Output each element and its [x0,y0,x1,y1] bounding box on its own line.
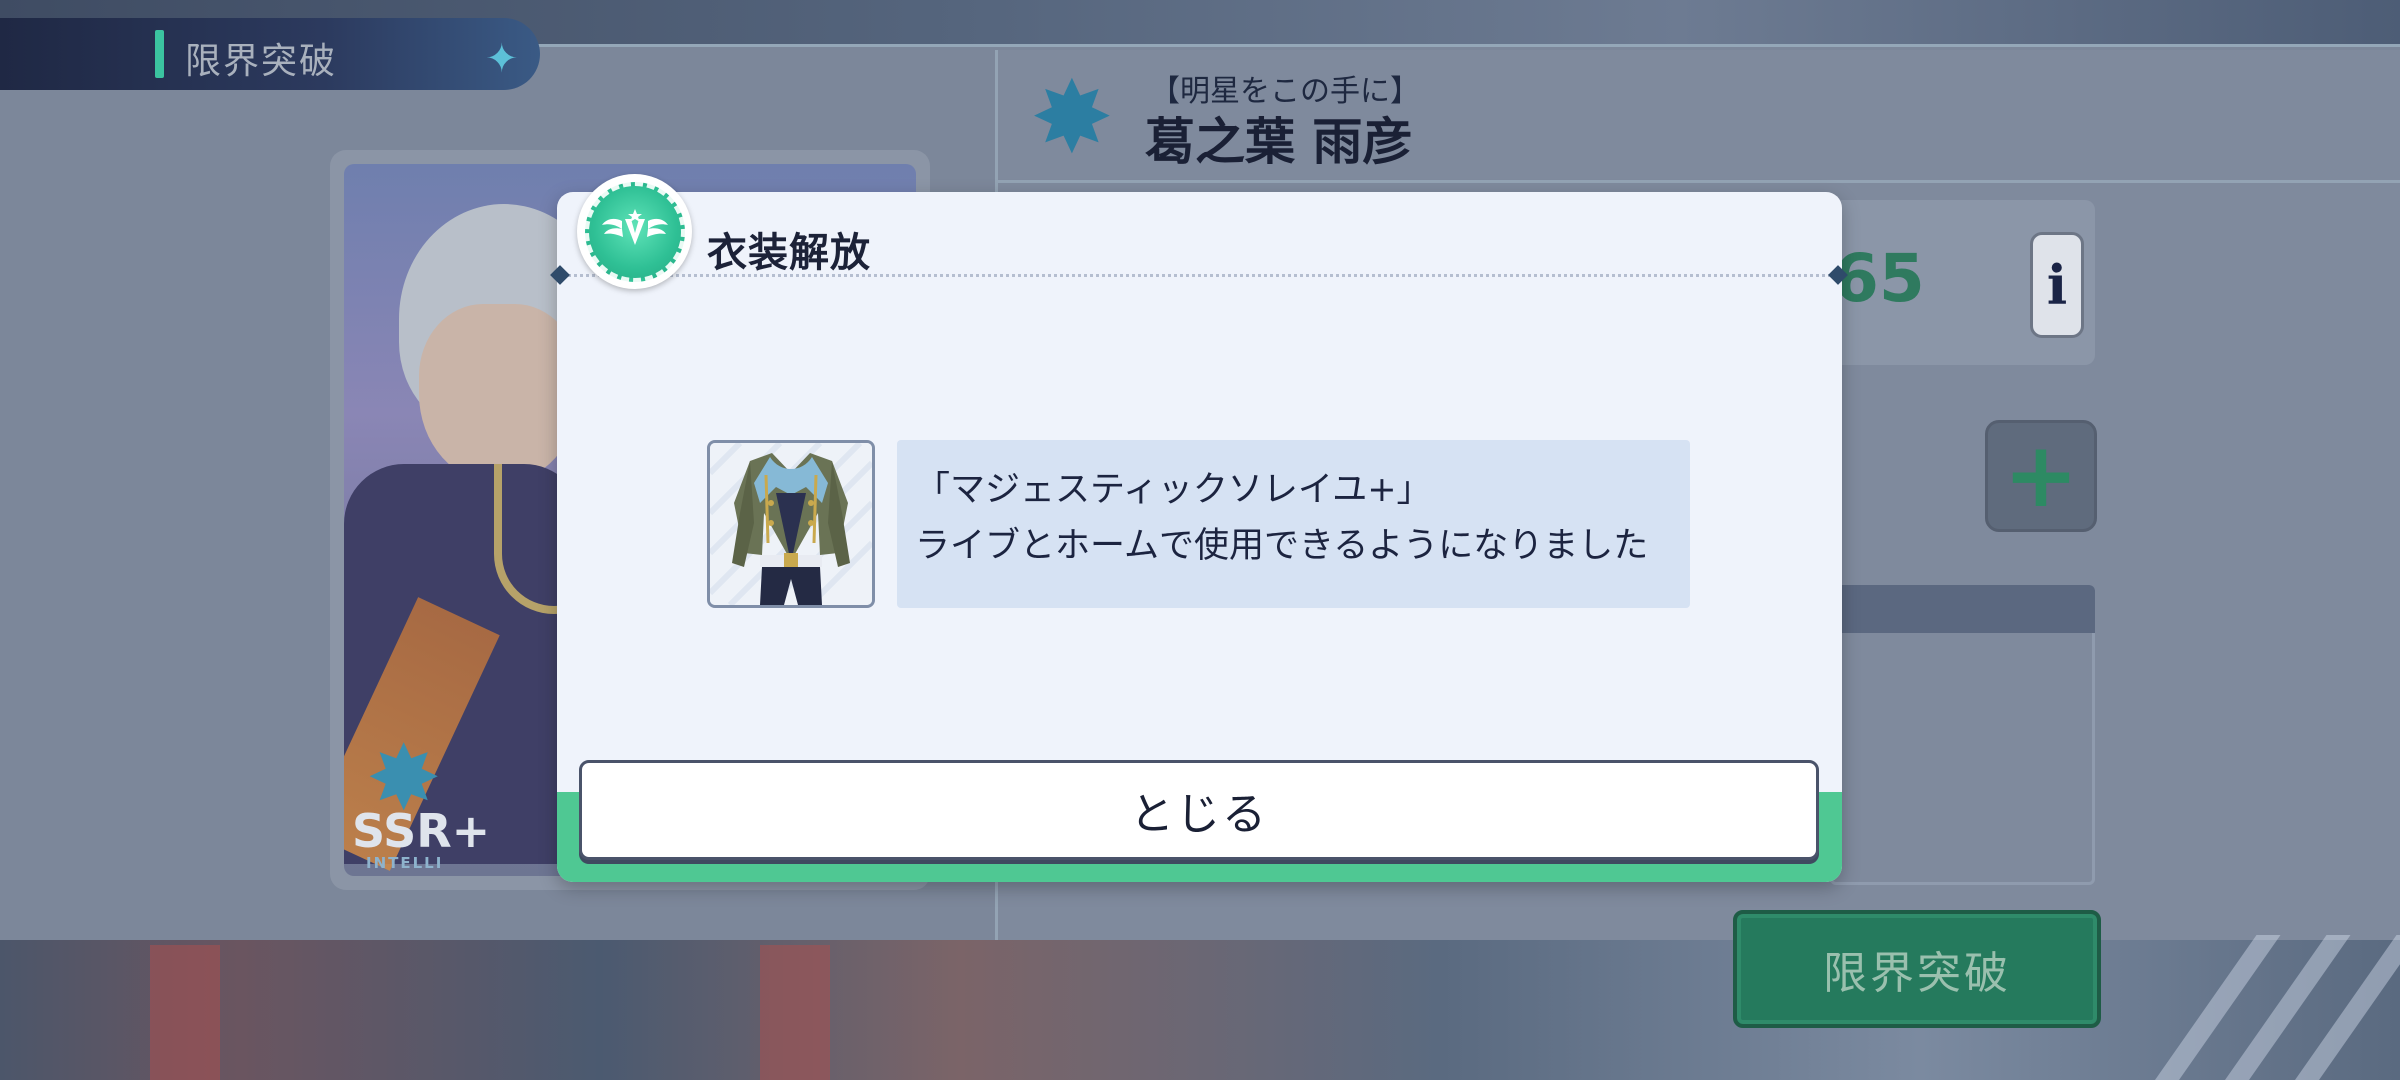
background-stripe [150,945,220,1080]
winged-emblem-icon [577,174,692,289]
info-button[interactable]: i [2030,232,2084,338]
unlock-description: ライブとホームで使用できるようになりました [915,526,1649,566]
stat-value: 65 [1833,240,1925,317]
dialog-title: 衣装解放 [707,230,871,276]
header-accent-bar [155,30,164,78]
costume-thumbnail [707,440,875,608]
add-button[interactable]: + [1985,420,2097,532]
character-name: 葛之葉 雨彦 [1145,113,1413,171]
close-button[interactable]: とじる [579,760,1819,860]
costume-name: 「マジェスティックソレイユ+」 [915,470,1432,510]
page-title: 限界突破 [185,41,338,82]
limit-break-button[interactable]: 限界突破 [1733,910,2101,1028]
divider [995,180,2400,183]
detail-panel-header [1830,585,2095,633]
background-stripe [760,945,830,1080]
unit-star-icon: ✸ [1030,59,1114,176]
sparkle-icon: ✦ [485,36,519,82]
unlock-message: 「マジェスティックソレイユ+」 ライブとホームで使用できるようになりました [897,440,1690,608]
attribute-label: INTELLI [366,854,444,872]
costume-unlock-dialog: 衣装解放 「マジェスティックソレイユ+」 ライブとホームで使用できるようになりま… [550,174,1848,882]
page-header: 限界突破 ✦ [0,18,540,90]
rarity-label: SSR+ [352,804,491,858]
